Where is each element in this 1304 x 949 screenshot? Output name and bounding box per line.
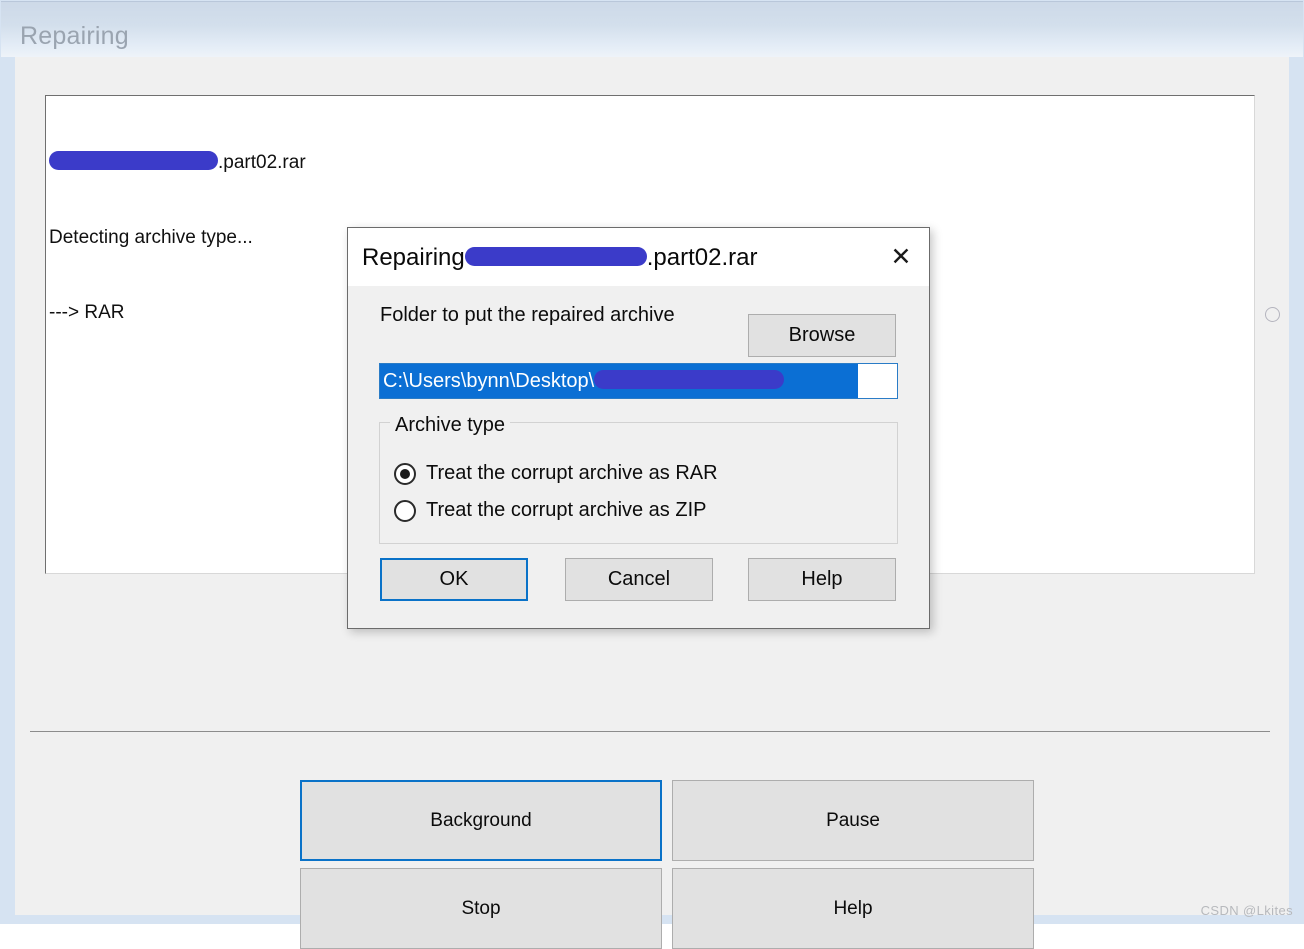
window-title-bar: Repairing xyxy=(1,1,1303,57)
stop-button[interactable]: Stop xyxy=(300,868,662,949)
repair-dialog: Repairing .part02.rar ✕ Folder to put the… xyxy=(347,227,930,629)
archive-type-legend: Archive type xyxy=(390,414,511,437)
radio-option-zip[interactable]: Treat the corrupt archive as ZIP xyxy=(394,499,706,522)
folder-destination-label: Folder to put the repaired archive xyxy=(380,304,675,326)
window-title: Repairing xyxy=(20,22,129,50)
cancel-button[interactable]: Cancel xyxy=(565,558,713,601)
watermark: CSDN @Lkites xyxy=(1200,903,1293,918)
dialog-title-prefix: Repairing xyxy=(362,244,465,271)
dialog-title: Repairing .part02.rar xyxy=(362,244,757,272)
path-text-visible: C:\Users\bynn\Desktop\ xyxy=(383,370,595,392)
log-line: Detecting archive type... xyxy=(49,227,253,248)
application-window: Repairing .part02.rar Detecting archive … xyxy=(0,0,1304,949)
radio-option-zip-label: Treat the corrupt archive as ZIP xyxy=(426,499,707,521)
help-button[interactable]: Help xyxy=(672,868,1034,949)
log-line-text: .part02.rar xyxy=(218,152,306,173)
radio-option-rar-label: Treat the corrupt archive as RAR xyxy=(426,462,718,484)
log-lines: .part02.rar Detecting archive type... --… xyxy=(49,100,306,375)
redaction-blob xyxy=(49,151,218,171)
section-divider xyxy=(30,731,1270,732)
browse-button[interactable]: Browse xyxy=(748,314,896,357)
close-icon[interactable]: ✕ xyxy=(873,228,929,285)
radio-option-rar[interactable]: Treat the corrupt archive as RAR xyxy=(394,462,718,485)
progress-indicator-circle xyxy=(1265,307,1280,322)
dialog-title-suffix: .part02.rar xyxy=(646,244,758,271)
redaction-blob xyxy=(594,370,785,390)
pause-button[interactable]: Pause xyxy=(672,780,1034,861)
destination-path-input[interactable]: C:\Users\bynn\Desktop\ xyxy=(379,363,898,399)
background-button[interactable]: Background xyxy=(300,780,662,861)
radio-button-rar-icon[interactable] xyxy=(394,462,416,485)
log-line: .part02.rar xyxy=(49,150,306,175)
destination-path-value: C:\Users\bynn\Desktop\ xyxy=(383,368,785,395)
radio-button-zip-icon[interactable] xyxy=(394,499,416,522)
ok-button[interactable]: OK xyxy=(380,558,528,601)
log-line: ---> RAR xyxy=(49,302,125,323)
dialog-title-bar: Repairing .part02.rar ✕ xyxy=(348,228,929,286)
dialog-help-button[interactable]: Help xyxy=(748,558,896,601)
redaction-blob xyxy=(464,247,647,267)
